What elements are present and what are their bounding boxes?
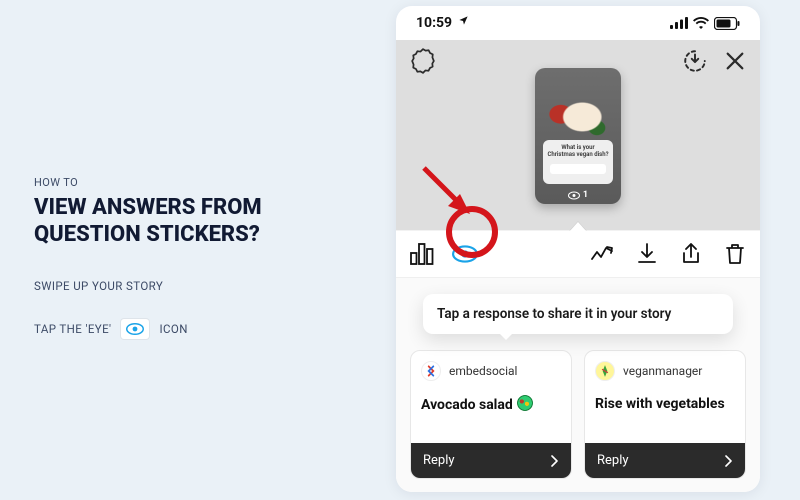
- share-tip: Tap a response to share it in your story: [423, 294, 733, 334]
- trash-icon[interactable]: [724, 242, 746, 266]
- story-toolbar: [396, 230, 760, 278]
- kicker: HOW TO: [34, 176, 334, 189]
- insights-icon[interactable]: [410, 243, 434, 265]
- status-indicators: [670, 17, 740, 30]
- step-2: TAP THE 'EYE' ICON: [34, 319, 334, 339]
- badge-icon[interactable]: [410, 48, 436, 74]
- response-username: veganmanager: [623, 364, 702, 378]
- response-text: Rise with vegetables: [585, 387, 745, 443]
- response-card[interactable]: veganmanager Rise with vegetables Reply: [584, 350, 746, 479]
- share-icon[interactable]: [680, 242, 702, 266]
- wifi-icon: [693, 17, 709, 29]
- step-2-text-a: TAP THE 'EYE': [34, 322, 111, 336]
- response-text: Avocado salad: [411, 387, 571, 443]
- instruction-panel: HOW TO VIEW ANSWERS FROM QUESTION STICKE…: [34, 176, 334, 365]
- reply-button[interactable]: Reply: [411, 443, 571, 478]
- phone-frame: 10:59 What is your Christmas vegan dish?: [396, 6, 760, 492]
- answer-slot: [550, 164, 606, 174]
- status-time: 10:59: [416, 15, 469, 31]
- eye-icon: [568, 191, 580, 200]
- eye-icon: [121, 319, 149, 339]
- chevron-right-icon: [551, 455, 559, 467]
- salad-emoji: [517, 395, 533, 411]
- close-icon[interactable]: [724, 50, 746, 72]
- promote-icon[interactable]: [590, 244, 614, 264]
- location-icon: [458, 15, 469, 26]
- download-icon[interactable]: [636, 242, 658, 266]
- step-2-text-b: ICON: [159, 322, 187, 336]
- reply-button[interactable]: Reply: [585, 443, 745, 478]
- status-bar: 10:59: [396, 6, 760, 40]
- save-progress-icon[interactable]: [682, 48, 708, 74]
- question-sticker: What is your Christmas vegan dish?: [543, 140, 613, 184]
- responses-list: embedsocial Avocado salad Reply veganman…: [396, 348, 760, 492]
- chevron-right-icon: [725, 455, 733, 467]
- tip-area: Tap a response to share it in your story: [396, 278, 760, 348]
- headline: VIEW ANSWERS FROM QUESTION STICKERS?: [34, 195, 334, 249]
- story-thumbnail[interactable]: What is your Christmas vegan dish? 1: [535, 68, 621, 204]
- eye-icon[interactable]: [452, 245, 478, 263]
- question-text: What is your Christmas vegan dish?: [547, 145, 609, 159]
- story-views: 1: [535, 190, 621, 200]
- step-1: SWIPE UP YOUR STORY: [34, 279, 334, 293]
- avatar: [421, 361, 441, 381]
- cellular-icon: [670, 17, 688, 29]
- avatar: [595, 361, 615, 381]
- response-card[interactable]: embedsocial Avocado salad Reply: [410, 350, 572, 479]
- battery-icon: [714, 17, 740, 30]
- response-username: embedsocial: [449, 364, 517, 378]
- story-preview-area: What is your Christmas vegan dish? 1: [396, 40, 760, 230]
